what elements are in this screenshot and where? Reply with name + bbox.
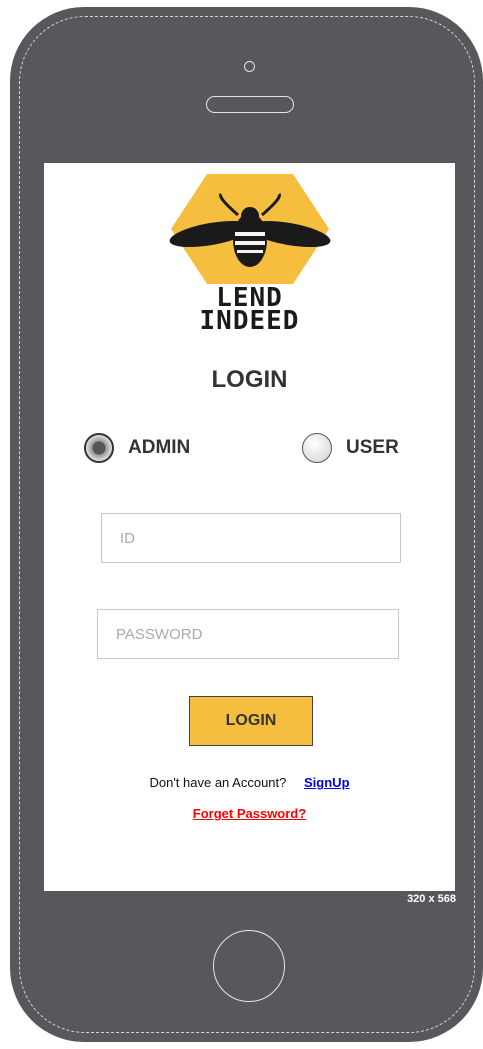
forgot-password-link[interactable]: Forget Password? [44,806,455,821]
home-button[interactable] [213,930,285,1002]
radio-user[interactable] [302,433,332,463]
brand-name-line2: INDEED [199,306,300,336]
radio-admin[interactable] [84,433,114,463]
password-field[interactable]: PASSWORD [97,609,399,659]
role-option-user[interactable]: USER [302,433,399,463]
signup-question: Don't have an Account? [149,775,287,790]
id-field[interactable]: ID [101,513,401,563]
radio-admin-label: ADMIN [128,437,191,458]
screen: LEND INDEED LOGIN ADMIN USER ID PASSWORD… [44,163,455,891]
role-option-admin[interactable]: ADMIN [84,433,190,463]
camera-icon [244,61,255,72]
page-title: LOGIN [211,366,288,393]
login-button[interactable]: LOGIN [189,696,313,746]
speaker-icon [206,96,294,113]
id-placeholder: ID [120,529,135,547]
signup-link[interactable]: SignUp [304,775,350,790]
radio-user-label: USER [346,437,399,458]
password-placeholder: PASSWORD [116,625,203,643]
signup-row: Don't have an Account? SignUp [44,775,455,790]
device-size-label: 320 x 568 [407,893,456,905]
